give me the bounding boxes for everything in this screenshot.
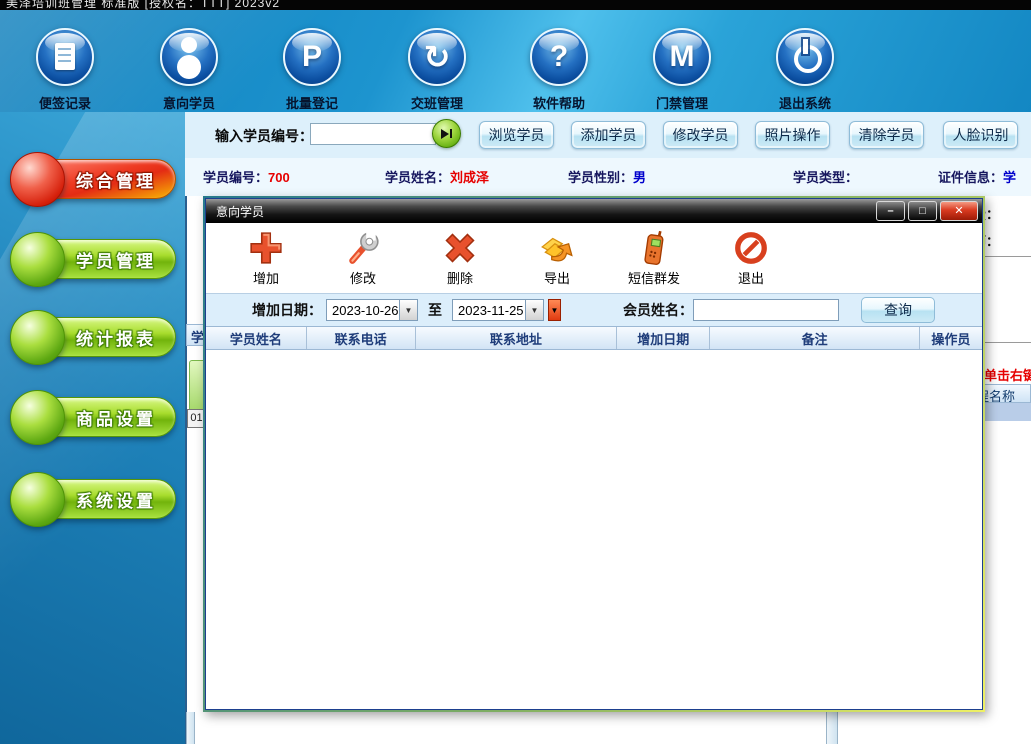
dialog-filter-row: 增加日期： 2023-10-26 ▼ 至 2023-11-25 ▼ ▼ 会员姓名… <box>206 294 982 326</box>
tool-batch-register[interactable]: P 批量登记 <box>257 28 367 112</box>
clear-student-button[interactable]: 清除学员 <box>849 121 924 149</box>
student-type-field: 学员类型： <box>793 167 858 186</box>
tool-door-access[interactable]: M 门禁管理 <box>627 28 737 112</box>
green-sphere-icon <box>10 310 65 365</box>
letter-m-icon: M <box>653 28 711 86</box>
tool-exit-system[interactable]: 退出系统 <box>750 28 860 112</box>
add-button[interactable]: 增加 <box>226 230 306 287</box>
panel-divider[interactable] <box>826 712 838 744</box>
date-to-picker[interactable]: 2023-11-25 ▼ <box>452 299 544 321</box>
column-header[interactable]: 操作员 <box>920 327 982 349</box>
member-name-input[interactable] <box>693 299 839 321</box>
edit-student-button[interactable]: 修改学员 <box>663 121 738 149</box>
student-id-label: 输入学员编号： <box>215 126 313 146</box>
sidebar-item-settings[interactable]: 系统设置 <box>10 476 176 522</box>
sync-icon: ↻ <box>408 28 466 86</box>
tool-label: 门禁管理 <box>627 93 737 112</box>
dialog-table-body[interactable] <box>206 350 982 709</box>
divider <box>985 256 1031 257</box>
person-icon <box>160 28 218 86</box>
id-info-field: 证件信息：学 <box>938 167 1016 186</box>
green-sphere-icon <box>10 472 65 527</box>
tool-label: 软件帮助 <box>504 93 614 112</box>
left-scrollbar[interactable] <box>186 712 195 744</box>
member-name-label: 会员姓名： <box>623 300 693 320</box>
question-icon: ? <box>530 28 588 86</box>
sidebar-item-reports[interactable]: 统计报表 <box>10 314 176 360</box>
column-header[interactable]: 学员姓名 <box>206 327 307 349</box>
dialog-title: 意向学员 <box>216 203 873 220</box>
plus-icon <box>248 230 284 266</box>
power-icon <box>776 28 834 86</box>
tool-label: 便签记录 <box>10 93 120 112</box>
right-click-hint: 单击右键 <box>984 365 1031 384</box>
column-header[interactable]: 增加日期 <box>617 327 710 349</box>
student-gender-value: 男 <box>633 170 646 185</box>
student-gender-field: 学员性别：男 <box>568 167 646 186</box>
tool-shift-management[interactable]: ↻ 交班管理 <box>382 28 492 112</box>
go-button[interactable] <box>432 119 461 148</box>
tool-notes[interactable]: 便签记录 <box>10 28 120 112</box>
student-name-value: 刘成泽 <box>450 170 489 185</box>
delete-button[interactable]: 删除 <box>420 230 500 287</box>
app-titlebar: 美泽培训班管理 标准版 [授权名：TTT] 2023v2 <box>0 0 1031 10</box>
column-header[interactable]: 备注 <box>710 327 920 349</box>
date-to-value: 2023-11-25 <box>453 300 525 320</box>
dialog-titlebar[interactable]: 意向学员 – □ ✕ <box>206 199 982 223</box>
add-student-button[interactable]: 添加学员 <box>571 121 646 149</box>
tool-prospective-students[interactable]: 意向学员 <box>134 28 244 112</box>
dialog-table-header: 学员姓名 联系电话 联系地址 增加日期 备注 操作员 <box>206 326 982 350</box>
top-toolbar: 便签记录 意向学员 P 批量登记 ↻ 交班管理 ? 软件帮助 M 门禁管理 退出… <box>0 10 1031 112</box>
sms-broadcast-button[interactable]: 短信群发 <box>614 230 694 287</box>
student-id-value: 700 <box>268 170 290 185</box>
sidebar-item-products[interactable]: 商品设置 <box>10 394 176 440</box>
chevron-down-icon[interactable]: ▼ <box>525 300 543 320</box>
date-from-value: 2023-10-26 <box>327 300 399 320</box>
prospective-students-dialog: 意向学员 – □ ✕ 增加 修改 <box>203 196 985 712</box>
divider <box>985 342 1031 343</box>
query-button[interactable]: 查询 <box>861 297 935 323</box>
close-button[interactable]: ✕ <box>940 201 978 221</box>
red-dropdown-button[interactable]: ▼ <box>548 299 561 321</box>
chevron-down-icon[interactable]: ▼ <box>399 300 417 320</box>
export-icon <box>539 230 575 266</box>
to-label: 至 <box>428 300 442 320</box>
green-sphere-icon <box>10 390 65 445</box>
tool-label: 意向学员 <box>134 93 244 112</box>
sidebar: 综合管理 学员管理 统计报表 商品设置 系统设置 <box>0 112 185 744</box>
maximize-button[interactable]: □ <box>908 201 937 221</box>
green-sphere-icon <box>10 232 65 287</box>
minimize-button[interactable]: – <box>876 201 905 221</box>
column-header[interactable]: 联系电话 <box>307 327 416 349</box>
letter-p-icon: P <box>283 28 341 86</box>
wrench-icon <box>345 230 381 266</box>
app-title: 美泽培训班管理 标准版 [授权名：TTT] 2023v2 <box>6 0 280 10</box>
student-id-input[interactable] <box>310 123 436 145</box>
face-recognition-button[interactable]: 人脸识别 <box>943 121 1018 149</box>
date-from-picker[interactable]: 2023-10-26 ▼ <box>326 299 418 321</box>
student-name-field: 学员姓名：刘成泽 <box>385 167 489 186</box>
date-label: 增加日期： <box>252 300 322 320</box>
column-header[interactable]: 联系地址 <box>416 327 618 349</box>
tool-label: 交班管理 <box>382 93 492 112</box>
red-sphere-icon <box>10 152 65 207</box>
sidebar-item-students[interactable]: 学员管理 <box>10 236 176 282</box>
phone-icon <box>636 230 672 266</box>
exit-button[interactable]: 退出 <box>711 230 791 287</box>
tool-label: 批量登记 <box>257 93 367 112</box>
edit-button[interactable]: 修改 <box>323 230 403 287</box>
tool-software-help[interactable]: ? 软件帮助 <box>504 28 614 112</box>
id-info-value: 学 <box>1003 170 1016 185</box>
browse-students-button[interactable]: 浏览学员 <box>479 121 554 149</box>
tool-label: 退出系统 <box>750 93 860 112</box>
sidebar-item-comprehensive[interactable]: 综合管理 <box>10 156 176 202</box>
student-id-field: 学员编号：700 <box>203 167 290 186</box>
photo-operations-button[interactable]: 照片操作 <box>755 121 830 149</box>
no-entry-icon <box>733 230 769 266</box>
red-x-icon <box>442 230 478 266</box>
dialog-toolbar: 增加 修改 删除 <box>206 223 982 294</box>
export-button[interactable]: 导出 <box>517 230 597 287</box>
notes-icon <box>36 28 94 86</box>
